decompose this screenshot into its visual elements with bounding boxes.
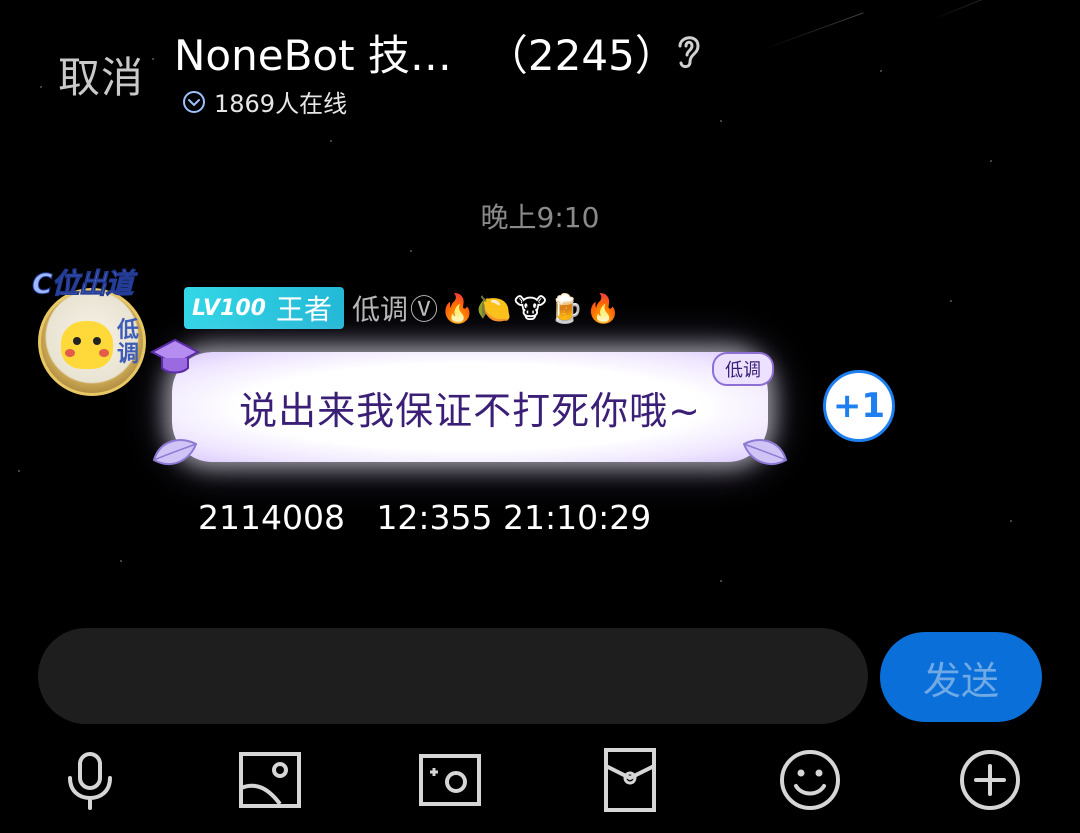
time-divider: 晚上9:10 (480, 201, 600, 234)
cancel-button[interactable]: 取消 (58, 44, 144, 105)
fire-icon: 🔥 (440, 291, 475, 325)
online-count: 1869人在线 (214, 90, 348, 118)
group-title[interactable]: NoneBot 技… （2245） (174, 22, 677, 83)
ear-icon[interactable] (668, 28, 708, 72)
online-status[interactable]: 1869人在线 (182, 84, 347, 119)
emoji-icon[interactable] (778, 748, 842, 812)
cow-icon: 🐮 (513, 291, 547, 325)
avatar-cheek (99, 349, 109, 357)
avatar[interactable]: 低调 (38, 288, 146, 396)
avatar-cheek (65, 349, 75, 357)
leaf-decoration-icon (152, 439, 198, 465)
group-name: NoneBot 技… (174, 31, 452, 80)
avatar-frame-text: C位出道 (32, 267, 135, 301)
plus-icon[interactable] (958, 748, 1022, 812)
flame-icon: 🔥 (585, 291, 621, 325)
red-packet-icon[interactable] (598, 748, 662, 812)
verified-icon: Ⓥ (409, 293, 438, 326)
lemon-icon: 🍋 (476, 291, 512, 325)
level-badge: LV100 王者 (184, 287, 344, 329)
image-icon[interactable] (238, 748, 302, 812)
plus-one-button[interactable]: +1 (823, 370, 895, 442)
avatar-face (61, 321, 113, 369)
microphone-icon[interactable] (58, 748, 122, 812)
level-label: LV100 (192, 295, 266, 321)
member-count: （2245） (485, 31, 677, 80)
sender-line: LV100 王者 低调 Ⓥ 🔥 🍋 🐮 🍺 🔥 (184, 287, 621, 329)
chevron-down-icon (183, 90, 205, 113)
sender-name[interactable]: 低调 (352, 288, 408, 328)
avatar-text: 低调 (116, 318, 139, 367)
message-meta: 2114008 12:355 21:10:29 (198, 498, 652, 537)
camera-icon[interactable] (418, 748, 482, 812)
bubble-tag: 低调 (712, 352, 774, 386)
title-badge: 王者 (275, 293, 332, 326)
send-button[interactable]: 发送 (880, 632, 1042, 722)
message-text: 说出来我保证不打死你哦~ (239, 388, 701, 433)
leaf-decoration-icon (742, 439, 788, 465)
graduation-cap-icon (150, 338, 200, 374)
beer-icon: 🍺 (548, 291, 584, 325)
message-input[interactable] (38, 628, 868, 724)
message-bubble[interactable]: 说出来我保证不打死你哦~ (172, 352, 768, 462)
